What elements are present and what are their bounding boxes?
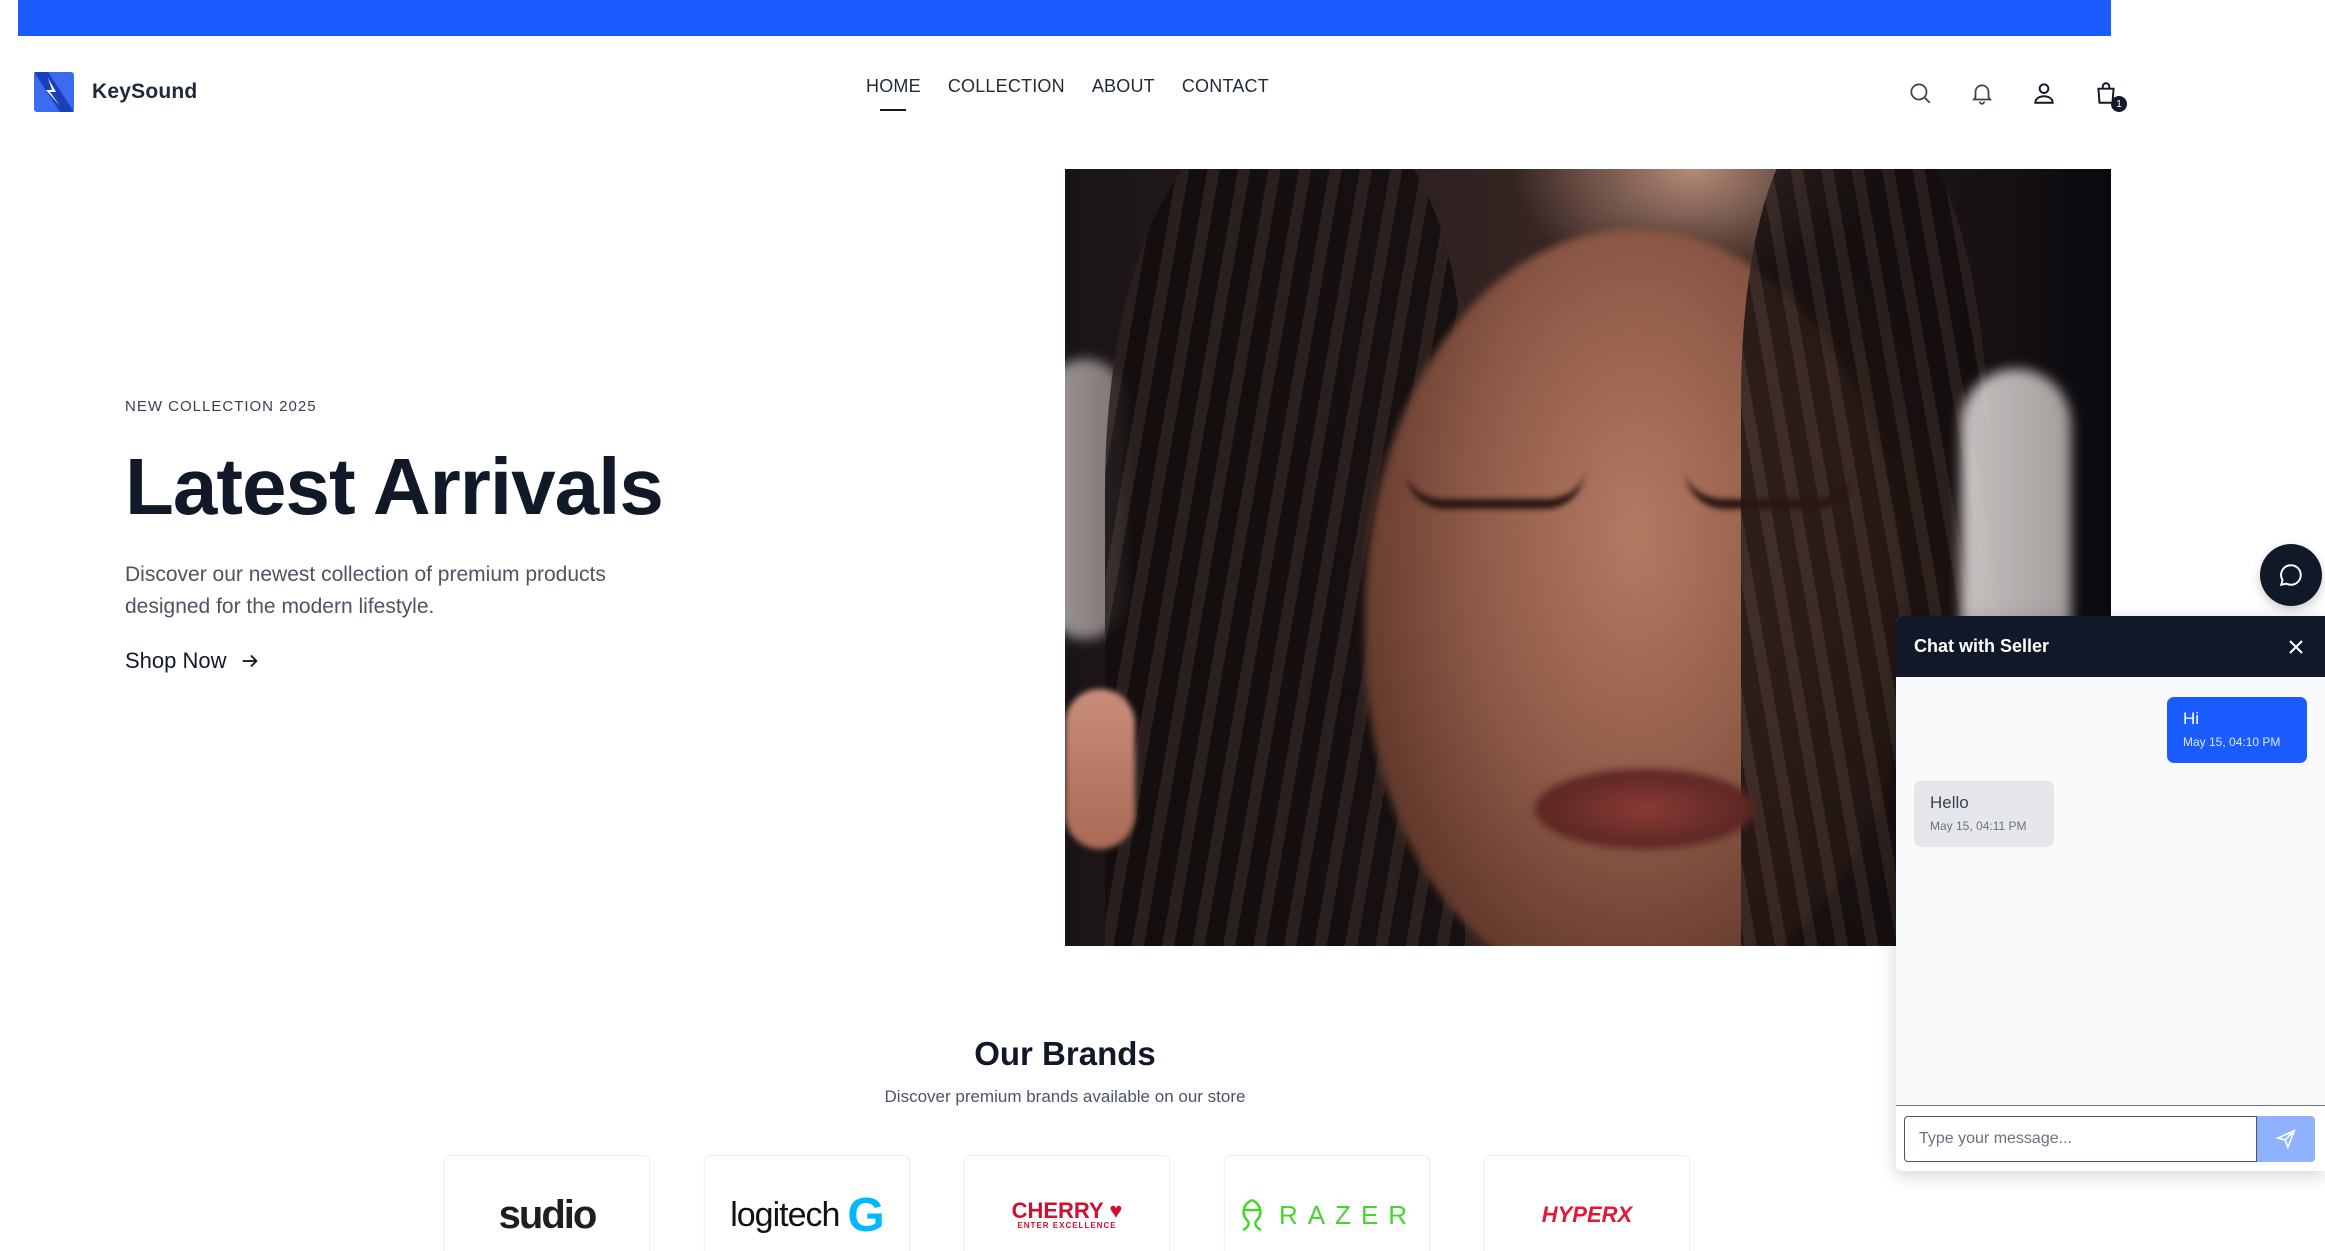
shop-now-label: Shop Now: [125, 648, 227, 673]
header-actions: 1: [1905, 78, 2127, 112]
cart-icon[interactable]: 1: [2091, 78, 2127, 112]
hero-text: NEW COLLECTION 2025 Latest Arrivals Disc…: [125, 398, 745, 674]
hero-eyebrow: NEW COLLECTION 2025: [125, 398, 317, 415]
nav-collection[interactable]: COLLECTION: [948, 76, 1065, 105]
hyperx-logo: HYPERX: [1541, 1202, 1633, 1227]
site-header: KeySound HOME COLLECTION ABOUT CONTACT 1: [18, 36, 2127, 152]
chat-messages: Hi May 15, 04:10 PM Hello May 15, 04:11 …: [1896, 677, 2325, 1105]
brand-card-logitech[interactable]: logitech G: [704, 1155, 910, 1251]
nav-about[interactable]: ABOUT: [1092, 76, 1155, 105]
chat-message-incoming: Hello May 15, 04:11 PM: [1914, 781, 2054, 847]
razer-snake-icon: [1242, 1198, 1262, 1232]
close-icon[interactable]: [2285, 636, 2307, 658]
message-text: Hello: [1930, 793, 1969, 812]
arrow-right-icon: [242, 654, 258, 668]
message-time: May 15, 04:11 PM: [1930, 819, 2027, 833]
razer-logo: RAZER: [1237, 1198, 1417, 1232]
send-button[interactable]: [2257, 1116, 2315, 1162]
hero-title: Latest Arrivals: [125, 442, 664, 531]
chat-message-input[interactable]: [1904, 1116, 2257, 1162]
hero-description: Discover our newest collection of premiu…: [125, 563, 606, 618]
nav-home[interactable]: HOME: [866, 76, 921, 105]
brand-logo[interactable]: KeySound: [34, 72, 197, 112]
search-icon[interactable]: [1905, 78, 1935, 108]
brand-card-hyperx[interactable]: HYPERX: [1484, 1155, 1690, 1251]
cherry-logo: CHERRY ♥ ENTER EXCELLENCE: [1011, 1198, 1123, 1230]
main-nav: HOME COLLECTION ABOUT CONTACT: [866, 76, 1269, 105]
send-icon: [2275, 1129, 2296, 1150]
brands-title: Our Brands: [974, 1035, 1156, 1072]
chat-composer: [1896, 1105, 2325, 1171]
chat-panel: Chat with Seller Hi May 15, 04:10 PM Hel…: [1896, 616, 2325, 1171]
brand-list: sudio logitech G CHERRY ♥ ENTER EXCELLENCE…: [444, 1155, 1690, 1251]
logo-icon: [34, 72, 74, 112]
sudio-logo: sudio: [498, 1192, 598, 1237]
message-time: May 15, 04:10 PM: [2183, 735, 2281, 749]
chat-title: Chat with Seller: [1914, 636, 2050, 656]
brand-card-cherry[interactable]: CHERRY ♥ ENTER EXCELLENCE: [964, 1155, 1170, 1251]
chat-toggle-button[interactable]: [2260, 544, 2322, 606]
chat-message-outgoing: Hi May 15, 04:10 PM: [2167, 697, 2307, 763]
brand-card-razer[interactable]: RAZER: [1224, 1155, 1430, 1251]
chat-header: Chat with Seller: [1896, 616, 2325, 677]
brands-subtitle: Discover premium brands available on our…: [884, 1087, 1246, 1106]
bell-icon[interactable]: [1967, 78, 1997, 108]
brand-card-sudio[interactable]: sudio: [444, 1155, 650, 1251]
brand-name: KeySound: [92, 80, 198, 103]
message-text: Hi: [2183, 709, 2200, 728]
logitech-logo: logitech G: [730, 1188, 885, 1242]
user-icon[interactable]: [2029, 78, 2059, 108]
shop-now-link[interactable]: Shop Now: [125, 648, 261, 674]
cart-count-badge: 1: [2111, 96, 2127, 112]
nav-contact[interactable]: CONTACT: [1182, 76, 1269, 105]
chat-bubble-icon: [2279, 564, 2302, 587]
announcement-bar: [18, 0, 2111, 36]
